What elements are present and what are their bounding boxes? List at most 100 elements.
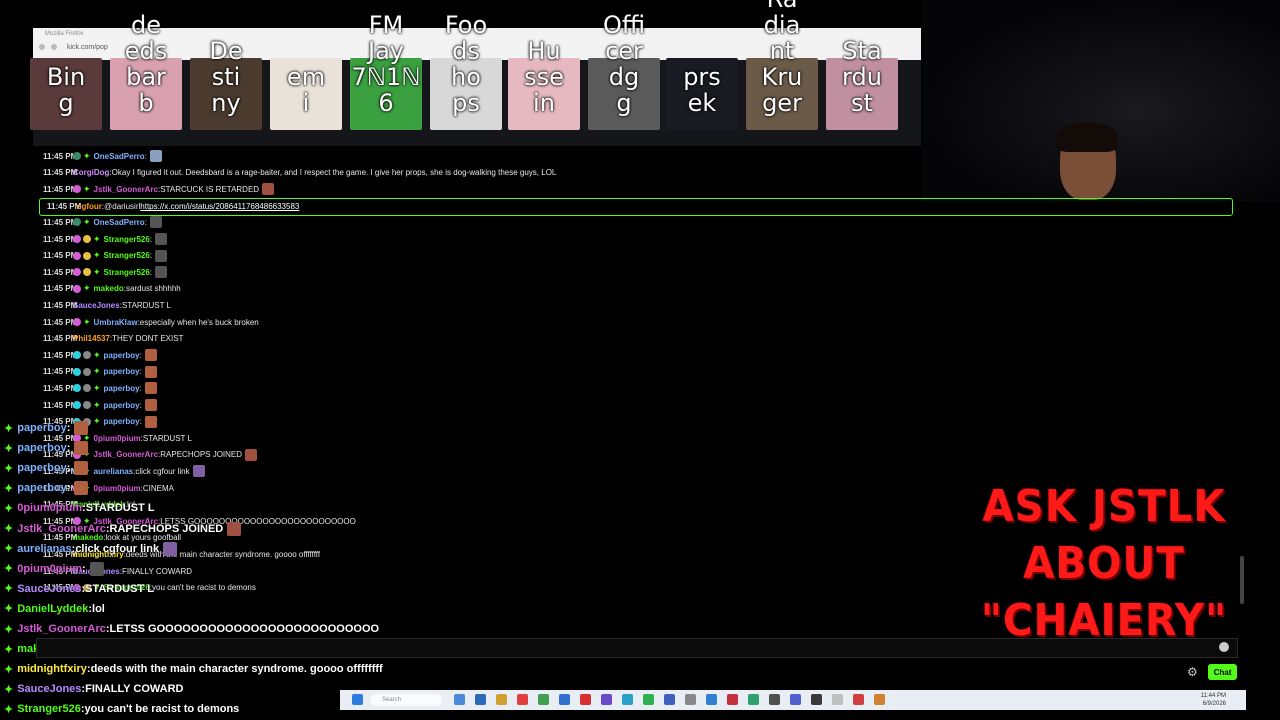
viewer-avatar-name: RadiantKruger bbox=[761, 0, 803, 117]
taskbar-app-icon[interactable] bbox=[496, 694, 507, 705]
message-username[interactable]: paperboy bbox=[104, 384, 140, 393]
message-username[interactable]: paperboy bbox=[104, 367, 140, 376]
chat-message: 11:45 PM Phil14537: THEY DONT EXIST bbox=[36, 331, 183, 347]
message-username[interactable]: makedo bbox=[94, 284, 124, 293]
taskbar-app-icon[interactable] bbox=[727, 694, 738, 705]
message-time: 11:45 PM bbox=[43, 184, 78, 194]
subscriber-star-icon: ✦ bbox=[4, 563, 14, 576]
send-chat-button[interactable]: Chat bbox=[1208, 664, 1237, 680]
user-badge-icon bbox=[83, 235, 91, 243]
viewer-avatar-name: Foo ds ho ps bbox=[444, 11, 488, 117]
user-badge-icon bbox=[73, 351, 81, 360]
viewer-avatar-name: Hu sse in bbox=[524, 37, 564, 117]
message-username[interactable]: Stranger526 bbox=[104, 268, 150, 277]
overlay-username: midnightfxiry bbox=[17, 663, 87, 676]
message-username[interactable]: Stranger526 bbox=[104, 251, 150, 260]
overlay-message: ✦ SauceJones : STARDUST L bbox=[0, 579, 154, 599]
taskbar-app-icon[interactable] bbox=[580, 694, 591, 705]
subscriber-star-icon: ✦ bbox=[4, 643, 14, 656]
message-time: 11:45 PM bbox=[43, 334, 78, 344]
subscriber-star-icon: ✦ bbox=[83, 150, 91, 161]
emoji-icon[interactable] bbox=[1219, 642, 1229, 652]
chat-scrollbar[interactable] bbox=[1240, 556, 1244, 604]
chat-input-box[interactable] bbox=[36, 638, 1238, 659]
overlay-text: click cgfour link bbox=[75, 542, 160, 555]
viewer-avatar-name: FM Jay 7ℕ1ℕ 6 bbox=[351, 11, 421, 117]
message-text: THEY DONT EXIST bbox=[112, 334, 184, 344]
taskbar-app-icon[interactable] bbox=[748, 694, 759, 705]
taskbar-app-icon[interactable] bbox=[874, 694, 885, 705]
message-username[interactable]: Stranger526 bbox=[104, 235, 150, 244]
subscriber-star-icon: ✦ bbox=[83, 216, 91, 227]
taskbar-app-icon[interactable] bbox=[643, 694, 654, 705]
message-link[interactable]: https://x.com/i/status/20864117684866335… bbox=[140, 202, 299, 211]
emote-icon bbox=[144, 382, 157, 395]
emote-icon bbox=[74, 461, 89, 476]
message-username[interactable]: CorgiDog bbox=[73, 168, 109, 177]
taskbar-clock[interactable]: 11:44 PM 6/9/2026 bbox=[1201, 692, 1226, 708]
windows-start-icon[interactable] bbox=[352, 694, 363, 705]
taskbar-app-icon[interactable] bbox=[811, 694, 822, 705]
chat-message: 11:45 PM ✦ paperboy: bbox=[36, 364, 157, 380]
taskbar-search[interactable]: Search bbox=[370, 694, 442, 706]
taskbar-app-icon[interactable] bbox=[475, 694, 486, 705]
emote-icon bbox=[144, 365, 157, 378]
taskbar-app-icon[interactable] bbox=[517, 694, 528, 705]
ask-line-2: ABOUT bbox=[1023, 538, 1185, 589]
subscriber-star-icon: ✦ bbox=[93, 349, 101, 360]
message-username[interactable]: paperboy bbox=[104, 351, 140, 360]
taskbar-app-icon[interactable] bbox=[538, 694, 549, 705]
subscriber-star-icon: ✦ bbox=[83, 183, 91, 194]
chat-message: 11:45 PM ✦ Jstlk_GoonerArc: STARCUCK IS RE… bbox=[36, 181, 275, 197]
message-username[interactable]: SauceJones bbox=[73, 301, 120, 310]
taskbar-app-icon[interactable] bbox=[454, 694, 465, 705]
message-time: 11:45 PM bbox=[43, 217, 78, 227]
user-badge-icon bbox=[83, 251, 91, 260]
overlay-username: SauceJones bbox=[17, 582, 82, 595]
subscriber-star-icon: ✦ bbox=[4, 683, 14, 696]
user-badge-icon bbox=[83, 351, 91, 360]
taskbar-app-icon[interactable] bbox=[790, 694, 801, 705]
user-badge-icon bbox=[73, 235, 81, 243]
taskbar-app-icon[interactable] bbox=[706, 694, 717, 705]
gear-icon[interactable]: ⚙ bbox=[1187, 665, 1198, 679]
viewer-avatar-row: Bin g de eds bar b De sti ny em i FM Jay 7ℕ1ℕ 6 Foo ds ho… bbox=[26, 0, 926, 132]
taskbar-app-icon[interactable] bbox=[559, 694, 570, 705]
message-username[interactable]: Jstlk_GoonerArc bbox=[94, 185, 158, 194]
message-username[interactable]: UmbraKlaw bbox=[94, 318, 138, 327]
subscriber-star-icon: ✦ bbox=[4, 603, 14, 616]
message-text: Okay I figured it out. Deedsbard is a ra… bbox=[111, 168, 557, 178]
taskbar-app-icon[interactable] bbox=[601, 694, 612, 705]
overlay-username: 0pium0pium bbox=[17, 502, 83, 515]
taskbar-app-icon[interactable] bbox=[853, 694, 864, 705]
subscriber-star-icon: ✦ bbox=[83, 283, 91, 294]
overlay-username: Jstlk_GoonerArc bbox=[17, 522, 106, 535]
message-username[interactable]: cgfour bbox=[77, 202, 102, 211]
subscriber-star-icon: ✦ bbox=[4, 703, 14, 716]
chat-message: 11:45 PM CorgiDog: Okay I figured it out.… bbox=[36, 165, 556, 181]
subscriber-star-icon: ✦ bbox=[4, 663, 14, 676]
message-username[interactable]: Phil14537 bbox=[73, 334, 110, 343]
overlay-username: aurelianas bbox=[17, 542, 72, 555]
chat-message: 11:45 PM ✦ Stranger526: bbox=[36, 231, 168, 247]
overlay-text: LETSS GOOOOOOOOOOOOOOOOOOOOOOOOOO bbox=[109, 623, 380, 635]
taskbar-app-icon[interactable] bbox=[685, 694, 696, 705]
overlay-username: 0pium0pium bbox=[17, 562, 83, 575]
user-badge-icon bbox=[73, 284, 81, 293]
chat-input[interactable] bbox=[37, 640, 1215, 659]
taskbar-app-icon[interactable] bbox=[622, 694, 633, 705]
message-text: STARCUCK IS RETARDED bbox=[160, 184, 260, 194]
subscriber-star-icon: ✦ bbox=[4, 543, 14, 556]
taskbar-app-icon[interactable] bbox=[664, 694, 675, 705]
taskbar-app-icon[interactable] bbox=[769, 694, 780, 705]
message-username[interactable]: OneSadPerro bbox=[94, 152, 145, 161]
message-time: 11:45 PM bbox=[43, 350, 78, 360]
viewer-avatar-name: em i bbox=[286, 63, 326, 117]
message-username[interactable]: OneSadPerro bbox=[94, 218, 145, 227]
chat-message: 11:45 PM ✦ Stranger526: bbox=[36, 264, 168, 280]
taskbar-app-icon[interactable] bbox=[832, 694, 843, 705]
subscriber-star-icon: ✦ bbox=[93, 366, 101, 377]
overlay-colon: : bbox=[66, 422, 71, 434]
viewer-avatar-name: Offi cer dg g bbox=[602, 11, 646, 117]
user-badge-icon bbox=[83, 268, 91, 277]
